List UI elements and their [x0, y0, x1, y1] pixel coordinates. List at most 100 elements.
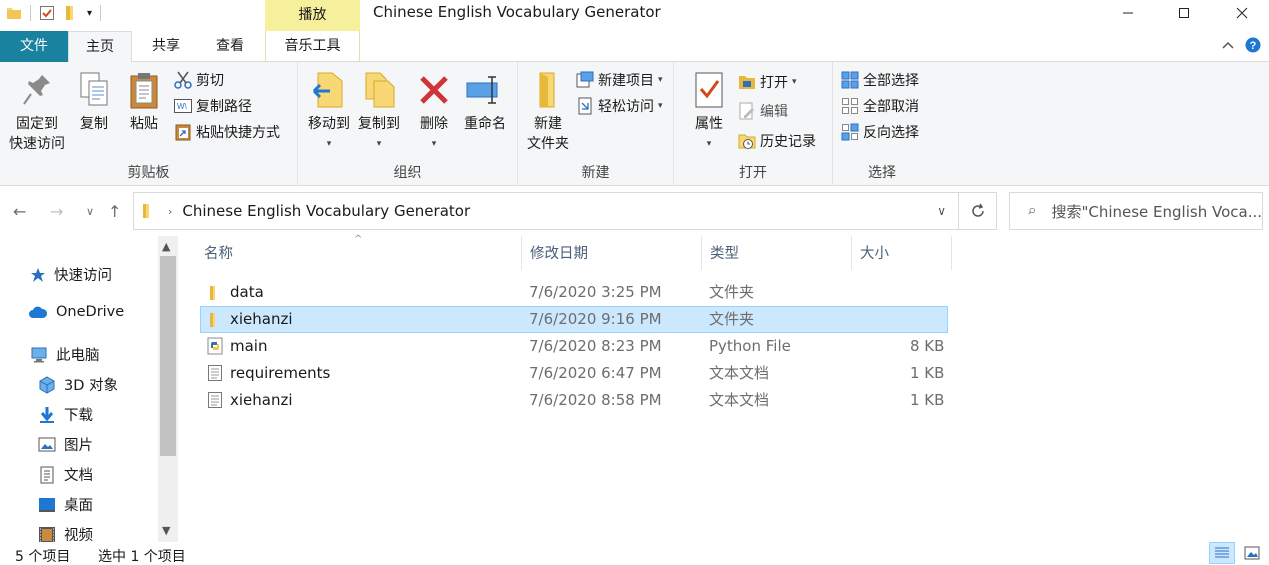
- nav-item-onedrive[interactable]: OneDrive: [28, 304, 124, 320]
- new-item-button[interactable]: 新建项目 ▾: [576, 69, 663, 91]
- column-header-size[interactable]: 大小: [852, 236, 952, 270]
- file-size: 1 KB: [910, 391, 945, 409]
- copy-icon: [80, 72, 108, 106]
- tab-view[interactable]: 查看: [198, 31, 262, 62]
- address-bar[interactable]: › Chinese English Vocabulary Generator ∨: [133, 192, 959, 230]
- invert-selection-button[interactable]: 反向选择: [841, 121, 919, 143]
- pin-to-quick-access-button[interactable]: 固定到 快速访问: [4, 68, 70, 154]
- up-arrow-icon[interactable]: ↑: [108, 202, 121, 221]
- minimize-button[interactable]: [1105, 0, 1151, 26]
- nav-item-documents[interactable]: 文档: [38, 464, 93, 485]
- tab-file[interactable]: 文件: [0, 31, 68, 62]
- copy-to-button[interactable]: 复制到 ▾: [352, 68, 406, 154]
- properties-button[interactable]: 属性 ▾: [686, 68, 732, 154]
- pin-icon: [23, 75, 50, 105]
- file-date: 7/6/2020 8:58 PM: [529, 391, 662, 409]
- tab-music-tools[interactable]: 音乐工具: [265, 31, 360, 62]
- copy-path-label: 复制路径: [196, 99, 252, 115]
- breadcrumb-current-folder[interactable]: Chinese English Vocabulary Generator: [182, 202, 470, 220]
- nav-item-desktop[interactable]: 桌面: [38, 494, 93, 515]
- tab-home[interactable]: 主页: [68, 31, 132, 63]
- refresh-button[interactable]: [959, 192, 997, 230]
- new-folder-button[interactable]: 新建 文件夹: [522, 68, 574, 154]
- breadcrumb-separator-icon: ›: [168, 204, 173, 218]
- history-icon: [738, 134, 756, 149]
- nav-item-quick-access[interactable]: 快速访问: [30, 264, 112, 285]
- move-to-button[interactable]: 移动到 ▾: [302, 68, 356, 154]
- nav-label: 图片: [64, 438, 93, 454]
- file-row[interactable]: data 7/6/2020 3:25 PM 文件夹: [200, 279, 948, 306]
- file-row[interactable]: xiehanzi 7/6/2020 8:58 PM 文本文档 1 KB: [200, 387, 948, 414]
- new-folder-icon[interactable]: [63, 5, 79, 21]
- open-button[interactable]: 打开 ▾: [738, 71, 797, 93]
- nav-pane-scrollbar[interactable]: ▲ ▼: [158, 236, 178, 542]
- collapse-ribbon-icon[interactable]: [1221, 40, 1235, 50]
- customize-toolbar-icon[interactable]: ▾: [87, 8, 92, 19]
- close-icon: [1236, 7, 1248, 19]
- file-row-selected[interactable]: xiehanzi 7/6/2020 9:16 PM 文件夹: [200, 306, 948, 333]
- file-row[interactable]: main 7/6/2020 8:23 PM Python File 8 KB: [200, 333, 948, 360]
- column-header-type[interactable]: 类型: [702, 236, 852, 270]
- title-bar: ▾ 播放 Chinese English Vocabulary Generato…: [0, 0, 1269, 31]
- rename-icon: [466, 76, 498, 104]
- select-all-button[interactable]: 全部选择: [841, 69, 919, 91]
- scrollbar-thumb[interactable]: [160, 256, 176, 456]
- paste-shortcut-button[interactable]: 粘贴快捷方式: [174, 121, 280, 143]
- window-title: Chinese English Vocabulary Generator: [373, 3, 661, 21]
- folder-icon: [210, 286, 215, 300]
- file-row[interactable]: requirements 7/6/2020 6:47 PM 文本文档 1 KB: [200, 360, 948, 387]
- copy-path-icon: W\: [174, 99, 192, 113]
- tab-share[interactable]: 共享: [134, 31, 198, 62]
- file-date: 7/6/2020 8:23 PM: [529, 337, 662, 355]
- clipboard-paste-icon: [130, 73, 158, 109]
- nav-item-this-pc[interactable]: 此电脑: [30, 344, 100, 365]
- properties-dropdown-icon: ▾: [706, 139, 712, 149]
- delete-button[interactable]: 删除 ▾: [412, 68, 456, 154]
- easy-access-label: 轻松访问: [598, 99, 654, 115]
- help-icon[interactable]: ?: [1245, 37, 1261, 53]
- scroll-down-arrow-icon[interactable]: ▼: [162, 524, 170, 537]
- context-tab-group-title: 播放: [265, 0, 360, 31]
- ribbon-tabs: 文件 主页 共享 查看 音乐工具 ?: [0, 31, 1269, 63]
- back-arrow-icon[interactable]: ←: [13, 202, 26, 221]
- properties-check-icon[interactable]: [39, 5, 55, 21]
- large-icons-view-button[interactable]: [1239, 542, 1265, 564]
- file-type: Python File: [709, 337, 791, 355]
- select-none-button[interactable]: 全部取消: [841, 95, 919, 117]
- delete-x-icon: [420, 76, 448, 104]
- cut-button[interactable]: 剪切: [174, 69, 224, 91]
- nav-item-pictures[interactable]: 图片: [38, 434, 93, 455]
- recent-locations-chevron-icon[interactable]: ∨: [86, 205, 94, 218]
- nav-item-videos[interactable]: 视频: [38, 524, 93, 542]
- close-button[interactable]: [1219, 0, 1265, 26]
- organize-group: 移动到 ▾ 复制到 ▾ 删除 ▾ 重命名 组织: [298, 62, 518, 186]
- minimize-icon: [1123, 12, 1133, 14]
- details-view-button[interactable]: [1209, 542, 1235, 564]
- maximize-icon: [1179, 8, 1189, 18]
- easy-access-button[interactable]: 轻松访问 ▾: [576, 95, 663, 117]
- cloud-icon: [29, 306, 48, 318]
- copy-button[interactable]: 复制: [72, 68, 116, 134]
- address-dropdown-chevron-icon[interactable]: ∨: [937, 204, 946, 218]
- file-list: ^ 名称 修改日期 类型 大小 data 7/6/2020 3:25 PM 文件…: [178, 234, 1269, 542]
- column-header-name[interactable]: 名称: [196, 236, 522, 270]
- svg-text:W\: W\: [177, 102, 188, 111]
- clipboard-group: 固定到 快速访问 复制 粘贴 剪切 W\ 复制路径 粘贴快捷方式 剪贴板: [0, 62, 298, 186]
- nav-item-downloads[interactable]: 下载: [38, 404, 93, 425]
- paste-button[interactable]: 粘贴: [122, 68, 166, 134]
- navigation-pane: 快速访问 OneDrive 此电脑 3D 对象 下载 图片 文档 桌面 视频: [0, 236, 178, 542]
- forward-arrow-icon[interactable]: →: [50, 202, 63, 221]
- scroll-up-arrow-icon[interactable]: ▲: [162, 240, 170, 253]
- rename-button[interactable]: 重命名: [458, 68, 512, 134]
- download-icon: [40, 406, 54, 423]
- move-to-dropdown-icon: ▾: [326, 139, 332, 149]
- search-box[interactable]: 搜索"Chinese English Voca...: [1009, 192, 1263, 230]
- edit-button[interactable]: 编辑: [738, 100, 788, 122]
- video-icon: [39, 526, 55, 542]
- copy-path-button[interactable]: W\ 复制路径: [174, 95, 252, 117]
- file-size: 8 KB: [910, 337, 945, 355]
- history-button[interactable]: 历史记录: [738, 130, 816, 152]
- maximize-button[interactable]: [1161, 0, 1207, 26]
- nav-item-3d-objects[interactable]: 3D 对象: [38, 374, 118, 395]
- column-header-date[interactable]: 修改日期: [522, 236, 702, 270]
